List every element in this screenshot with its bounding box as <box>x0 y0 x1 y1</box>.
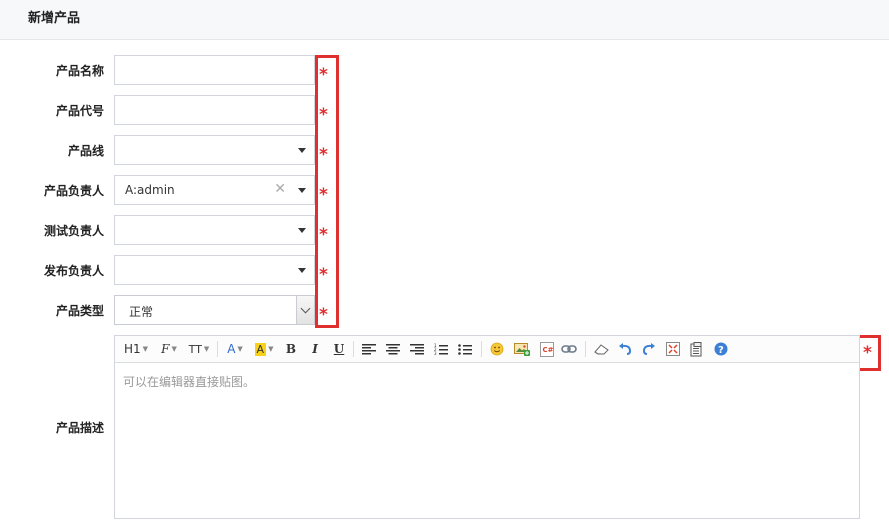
release-owner-select[interactable] <box>114 255 315 285</box>
heading-button[interactable]: H1 ▼ <box>123 340 149 358</box>
page-title: 新增产品 <box>28 11 81 26</box>
product-code-label: 产品代号 <box>55 104 104 118</box>
product-type-label: 产品类型 <box>55 304 104 318</box>
description-label: 产品描述 <box>55 421 104 435</box>
product-owner-select[interactable]: A:admin ✕ <box>114 175 315 205</box>
required-star: * <box>319 185 328 205</box>
product-line-label: 产品线 <box>67 144 104 158</box>
product-type-select[interactable]: 正常 <box>114 295 315 325</box>
chevron-down-icon[interactable] <box>298 188 306 193</box>
product-name-field[interactable] <box>114 55 315 85</box>
chevron-down-icon[interactable] <box>298 148 306 153</box>
editor-toolbar: H1 ▼ F ▼ TT ▼ A ▼ A ▼ B I U 123 C# ? <box>115 336 859 363</box>
help-icon[interactable]: ? <box>713 340 729 358</box>
emoji-icon[interactable] <box>489 340 505 358</box>
required-star: * <box>863 343 872 363</box>
description-editor[interactable]: H1 ▼ F ▼ TT ▼ A ▼ A ▼ B I U 123 C# ? 可以在… <box>114 335 860 519</box>
required-star: * <box>319 105 328 125</box>
product-line-select[interactable] <box>114 135 315 165</box>
undo-icon[interactable] <box>617 340 633 358</box>
product-code-field[interactable] <box>114 95 315 125</box>
insert-image-icon[interactable] <box>513 340 531 358</box>
italic-button[interactable]: I <box>307 340 323 358</box>
required-star: * <box>319 265 328 285</box>
chevron-down-icon <box>300 303 311 314</box>
clear-icon[interactable]: ✕ <box>274 181 286 197</box>
product-name-label: 产品名称 <box>55 64 104 78</box>
editor-placeholder: 可以在编辑器直接贴图。 <box>123 375 256 389</box>
bg-color-button[interactable]: A ▼ <box>253 340 275 358</box>
font-family-button[interactable]: F ▼ <box>157 340 181 358</box>
svg-text:C#: C# <box>543 346 554 354</box>
bold-button[interactable]: B <box>283 340 299 358</box>
fullscreen-icon[interactable] <box>665 340 681 358</box>
link-icon[interactable] <box>561 340 577 358</box>
code-icon[interactable]: C# <box>539 340 555 358</box>
release-owner-label: 发布负责人 <box>43 264 104 278</box>
toolbar-separator <box>217 341 218 357</box>
unordered-list-icon[interactable] <box>457 340 473 358</box>
required-star: * <box>319 65 328 85</box>
required-star: * <box>319 145 328 165</box>
underline-button[interactable]: U <box>331 340 347 358</box>
align-left-icon[interactable] <box>361 340 377 358</box>
product-owner-value: A:admin <box>125 183 175 197</box>
test-owner-label: 测试负责人 <box>43 224 104 238</box>
product-code-input[interactable] <box>115 96 314 124</box>
page-header: 新增产品 <box>0 0 889 40</box>
toolbar-separator <box>353 341 354 357</box>
eraser-icon[interactable] <box>593 340 609 358</box>
font-size-button[interactable]: TT ▼ <box>187 340 211 358</box>
paste-icon[interactable] <box>689 340 705 358</box>
toolbar-separator <box>481 341 482 357</box>
product-name-input[interactable] <box>115 56 314 84</box>
product-owner-label: 产品负责人 <box>43 184 104 198</box>
svg-text:3: 3 <box>434 351 437 355</box>
product-type-value: 正常 <box>129 305 154 319</box>
required-star: * <box>319 305 328 325</box>
align-right-icon[interactable] <box>409 340 425 358</box>
required-star: * <box>319 225 328 245</box>
font-color-button[interactable]: A ▼ <box>225 340 245 358</box>
align-center-icon[interactable] <box>385 340 401 358</box>
chevron-down-icon[interactable] <box>298 268 306 273</box>
redo-icon[interactable] <box>641 340 657 358</box>
ordered-list-icon[interactable]: 123 <box>433 340 449 358</box>
toolbar-separator <box>585 341 586 357</box>
svg-text:?: ? <box>718 345 724 356</box>
dropdown-button[interactable] <box>296 296 314 324</box>
chevron-down-icon[interactable] <box>298 228 306 233</box>
test-owner-select[interactable] <box>114 215 315 245</box>
